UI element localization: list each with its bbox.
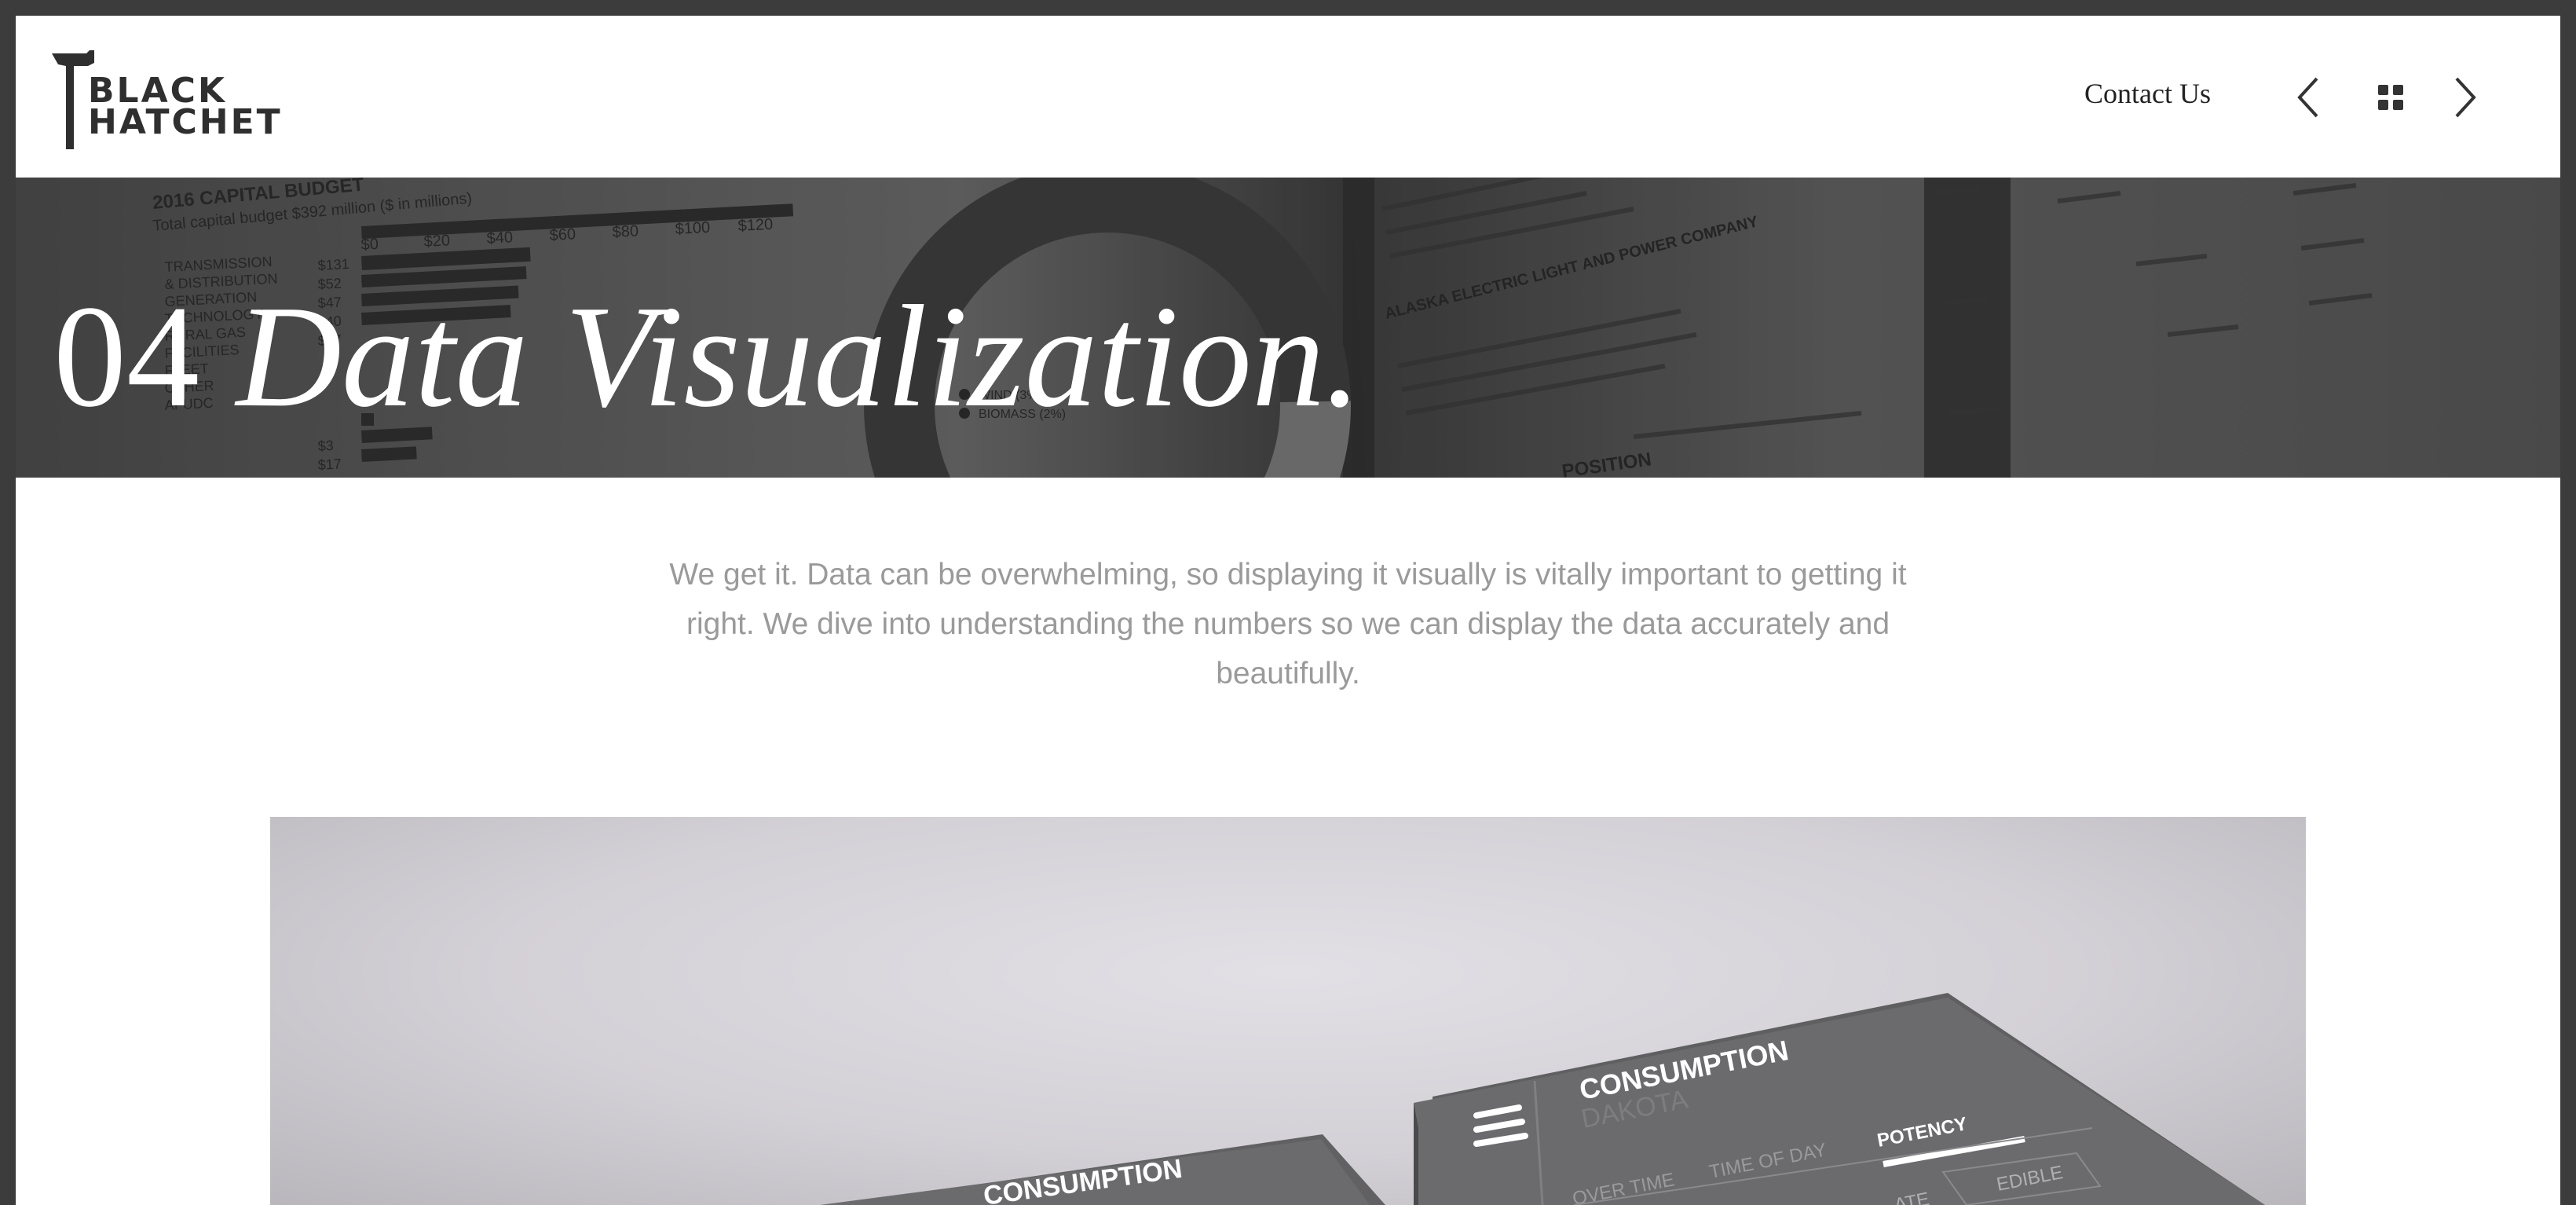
brand-line-2: HATCHET xyxy=(88,102,283,142)
next-button[interactable] xyxy=(2449,74,2480,121)
grid-view-button[interactable] xyxy=(2375,82,2406,113)
chevron-right-icon xyxy=(2455,77,2476,118)
grid-icon xyxy=(2378,85,2403,110)
chevron-left-icon xyxy=(2297,77,2318,118)
intro-paragraph: We get it. Data can be overwhelming, so … xyxy=(669,558,1907,690)
showcase-image: CONSUMPTION DAKOTA OVER TIME TIME OF DAY P… xyxy=(270,817,2306,1205)
page-title: 04 Data Visualization. xyxy=(53,278,1361,435)
prev-button[interactable] xyxy=(2293,74,2325,121)
site-header: BLACK HATCHET Contact Us xyxy=(16,16,2560,178)
page-frame: BLACK HATCHET Contact Us 2016 CAPITAL BU… xyxy=(16,16,2560,1205)
hero-banner: 2016 CAPITAL BUDGET Total capital budget… xyxy=(16,178,2560,478)
brand-wordmark: BLACK HATCHET xyxy=(88,74,283,142)
brand-logo[interactable]: BLACK HATCHET xyxy=(50,49,286,167)
contact-us-link[interactable]: Contact Us xyxy=(2084,77,2211,110)
page-title-number: 04 xyxy=(53,276,199,438)
device-mockup-illustration: CONSUMPTION DAKOTA OVER TIMETIME OF DAYP… xyxy=(820,993,2265,1205)
page-title-text: Data Visualization. xyxy=(236,276,1362,438)
